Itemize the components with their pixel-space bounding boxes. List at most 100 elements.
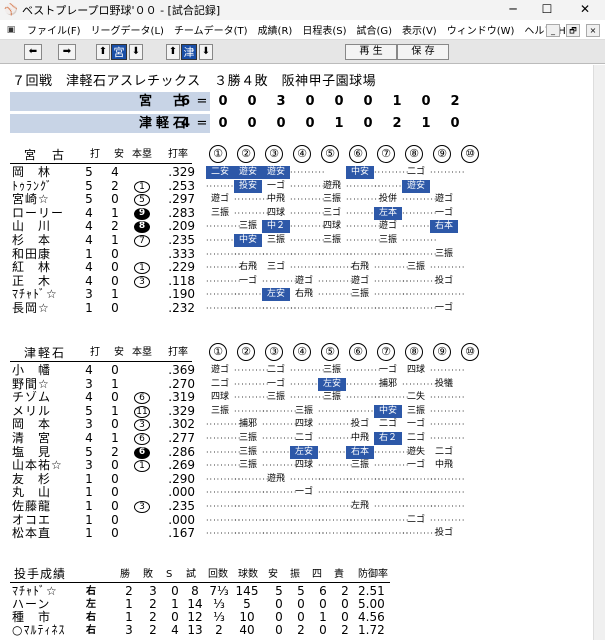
team1-down-button[interactable]: ⬇ — [129, 44, 143, 60]
at-bat-result: ·········· — [290, 222, 326, 232]
at-bat-result: ·········· — [290, 168, 326, 177]
at-bat-result: 三振 — [266, 392, 285, 403]
player-row[interactable]: 野間☆ 3 1.270 二ゴ ·········· 一ゴ ·········· 左安 ·····… — [0, 376, 490, 391]
prev-game-button[interactable]: ⬅ — [24, 44, 42, 60]
at-bat-result: ·········· — [290, 236, 326, 245]
inning-score: 3 — [276, 94, 286, 109]
at-bat-result: ·········· — [262, 420, 298, 430]
player-name: 山 川 — [12, 220, 52, 234]
menu-team[interactable]: チームデータ(T) — [169, 22, 253, 37]
pitcher-row[interactable]: ﾏﾁｬﾄﾞ☆ 右 2 3 0 8 7⅓ 145 5 5 6 2 2.51 — [0, 585, 420, 598]
h-header: 安 — [114, 347, 124, 358]
score-row-team1: 宮 古 6 = 003000102 — [10, 92, 488, 111]
menu-stats[interactable]: 成績(R) — [253, 22, 298, 37]
menu-window[interactable]: ウィンドウ(W) — [442, 22, 520, 37]
maximize-button[interactable]: ☐ — [529, 0, 565, 20]
team2-up-button[interactable]: ⬆ — [166, 44, 180, 60]
at-bats: 4 — [85, 431, 93, 445]
player-row[interactable]: 清 宮 4 1 6.277 ·········· 三振 ·········· 二ゴ ······… — [0, 431, 490, 445]
player-name: 野間☆ — [12, 377, 50, 391]
player-row[interactable]: 長岡☆ 1 0.232 ·········· ·········· ·········· ·… — [0, 301, 490, 315]
at-bat-result: ·········· — [234, 366, 270, 375]
at-bat-result: 三振 — [322, 392, 341, 403]
at-bat-result: 一ゴ — [238, 275, 257, 286]
menu-schedule[interactable]: 日程表(S) — [297, 22, 351, 37]
player-row[interactable]: オコエ 1 0.000 ·········· ·········· ·········· ·… — [0, 513, 490, 527]
at-bat-result: ·········· — [402, 208, 438, 218]
player-row[interactable]: 丸 山 1 0.000 ·········· ·········· ·········· 一… — [0, 485, 490, 500]
player-row[interactable]: 小 幡 4 0.369 遊ゴ ·········· 二ゴ ·········· 三振 ·····… — [0, 363, 490, 377]
close-button[interactable]: ✕ — [567, 0, 603, 20]
at-bat-result: ·········· — [290, 393, 326, 403]
player-row[interactable]: 和田康 1 0.333 ·········· ·········· ·········· ·… — [0, 247, 490, 261]
batting-average: .167 — [168, 526, 195, 541]
pitching-header: 安 — [268, 569, 278, 580]
next-game-button[interactable]: ➡ — [58, 44, 76, 60]
at-bat-result: ·········· — [374, 304, 410, 313]
player-row[interactable]: 岡 本 3 0 3.302 ·········· 捕邪 ·········· 四球 ······… — [0, 417, 490, 432]
save-button[interactable]: 保 存 — [397, 44, 449, 60]
mdi-close-button[interactable]: × — [586, 24, 600, 37]
player-row[interactable]: 山 川 4 2 8.209 ·········· 三振 中２ ·········· 四球 ····… — [0, 219, 490, 234]
at-bats: 1 — [85, 301, 93, 315]
player-row[interactable]: ﾄｩﾗﾝｸﾞ 5 2 1.253 ·········· 投安 一ゴ ·········· 遊飛 ·… — [0, 178, 490, 193]
player-name: 杉 本 — [12, 234, 52, 247]
home-runs-badge: 6 — [134, 446, 150, 459]
menu-view[interactable]: 表示(V) — [397, 22, 442, 37]
at-bat-result: 四球 — [406, 365, 425, 375]
at-bat-result: 三振 — [210, 405, 229, 416]
pitcher-row[interactable]: ハーン左 1 2 1 14 ⅓ 5 0 0 0 0 5.00 — [0, 598, 420, 611]
player-row[interactable]: 杉 本 4 1 7.235 ·········· 中安 三振 ·········· 三振 ····… — [0, 233, 490, 247]
player-row[interactable]: 佐藤龍 1 0 3.235 ·········· ·········· ··········… — [0, 499, 490, 513]
at-bat-result: 二ゴ — [378, 419, 397, 430]
player-row[interactable]: 宮崎☆ 5 0 5.297 遊ゴ ·········· 中飛 ·········· 三振 ····… — [0, 192, 490, 207]
at-bat-result: ·········· — [234, 393, 270, 403]
inning-header: ⑩ — [461, 145, 479, 163]
doc-icon[interactable]: ▣ — [4, 23, 18, 37]
player-row[interactable]: 山本祐☆ 3 0 1.269 ·········· 三振 ·········· 四球 ·····… — [0, 458, 490, 473]
team2-down-button[interactable]: ⬇ — [199, 44, 213, 60]
player-row[interactable]: ローリー 4 1 9.283 三振 ·········· 四球 ·········· 三ゴ ···… — [0, 206, 490, 220]
player-row[interactable]: ﾏﾁｬﾄﾞ☆ 3 1.190 ·········· ·········· 左安 右飛 ····… — [0, 287, 490, 302]
team1-selector[interactable]: 宮 — [111, 44, 127, 60]
at-bat-result: 遊ゴ — [378, 221, 397, 232]
menu-file[interactable]: ファイル(F) — [22, 22, 86, 37]
player-row[interactable]: チゾム 4 0 6.319 四球 ·········· 三振 ·········· 三振 ····… — [0, 390, 490, 405]
at-bat-result: ·········· — [234, 515, 270, 525]
at-bats: 5 — [85, 178, 93, 193]
vertical-scrollbar[interactable] — [593, 65, 605, 640]
team1-up-button[interactable]: ⬆ — [96, 44, 110, 60]
player-row[interactable]: 紅 林 4 0 1.229 ·········· 右飛 三ゴ ·········· ······… — [0, 260, 490, 275]
minimize-button[interactable]: ─ — [495, 0, 531, 20]
player-name: 松本直 — [12, 527, 52, 541]
at-bat-result: ·········· — [374, 474, 410, 484]
at-bat-result: ·········· — [346, 406, 382, 416]
inning-score: 0 — [305, 94, 315, 109]
player-row[interactable]: 岡 林 5 4.329 二安 遊安 遊安 ·········· 中安 ·········· 二ゴ ·… — [0, 165, 490, 179]
at-bat-result: 右飛 — [238, 262, 257, 273]
hr-header: 本塁 — [132, 149, 152, 160]
at-bat-result: ·········· — [346, 515, 382, 525]
replay-button[interactable]: 再 生 — [345, 44, 397, 60]
menu-league[interactable]: リーグデータ(L) — [86, 22, 169, 37]
at-bat-result: 二ゴ — [406, 514, 425, 525]
hits: 0 — [111, 363, 119, 377]
player-row[interactable]: 塩 見 5 2 6.286 ·········· 三振 ·········· 左安 ······… — [0, 445, 490, 459]
inning-score: 0 — [247, 94, 257, 109]
pitcher-row[interactable]: ○ﾏﾙﾃｨﾈｽ右 3 2 4 13 2 40 0 2 0 2 1.72 — [0, 624, 420, 637]
inning-score: 0 — [363, 94, 373, 109]
at-bats: 1 — [85, 485, 93, 500]
player-row[interactable]: 友 杉 1 0.290 ·········· ·········· 遊飛 ·········… — [0, 472, 490, 486]
at-bat-result: 三振 — [350, 460, 369, 471]
mdi-restore-button[interactable]: 🗗 — [566, 24, 580, 37]
team2-selector[interactable]: 津 — [181, 44, 197, 60]
mdi-minimize-button[interactable]: _ — [546, 24, 560, 37]
player-row[interactable]: メリル 5 1 11.329 三振 ·········· ·········· 三振 ·····… — [0, 404, 490, 418]
at-bat-result: ·········· — [234, 474, 270, 484]
player-row[interactable]: 正 木 4 0 3.118 ·········· 一ゴ ·········· 遊ゴ ······… — [0, 274, 490, 288]
batting-average: .270 — [168, 376, 195, 391]
at-bat-result: ·········· — [430, 168, 466, 177]
player-row[interactable]: 松本直 1 0.167 ·········· ·········· ·········· ·… — [0, 526, 490, 541]
menu-game[interactable]: 試合(G) — [351, 22, 397, 37]
at-bat-result: ·········· — [206, 502, 242, 511]
